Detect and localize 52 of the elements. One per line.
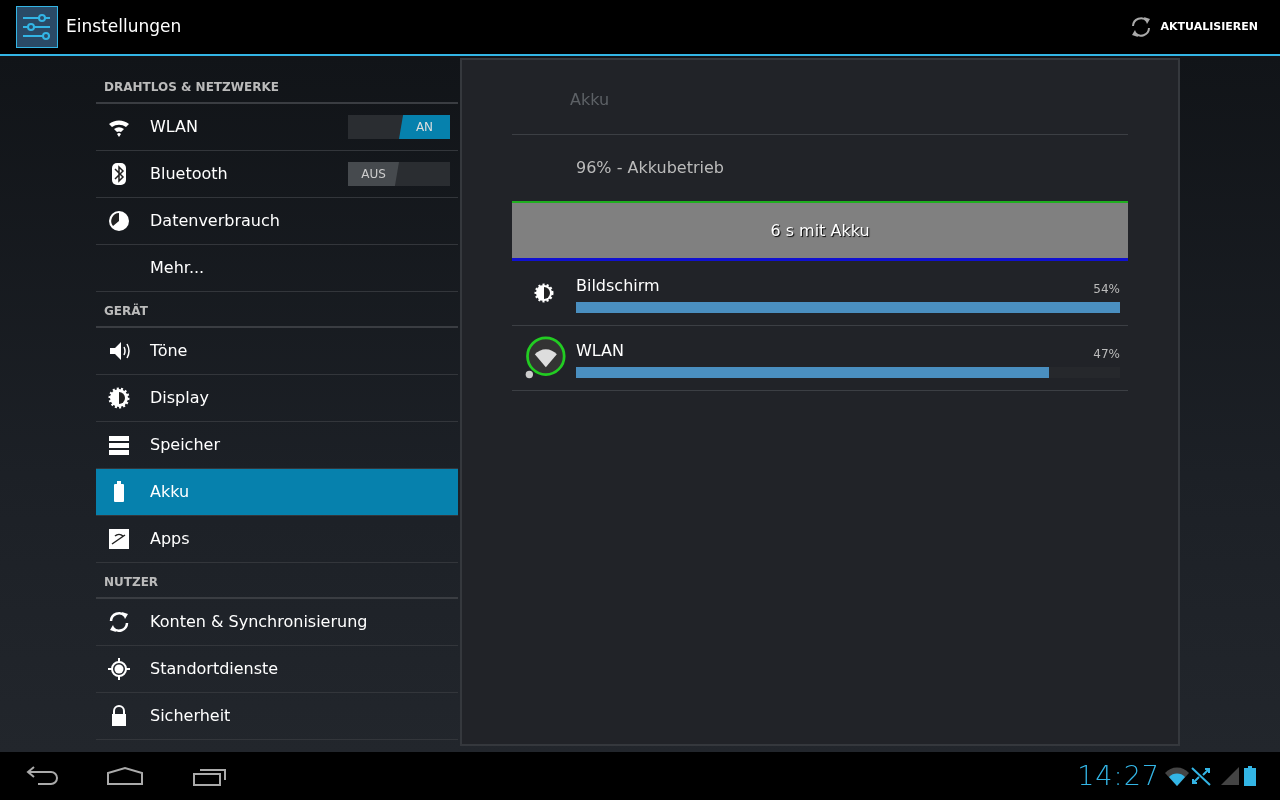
home-icon[interactable] [106,766,144,786]
pie-chart-icon [107,209,131,233]
settings-item[interactable]: Display [96,375,458,422]
apps-icon [107,527,131,551]
item-label: Akku [150,481,190,503]
settings-item[interactable]: Datenverbrauch [96,198,458,245]
recent-apps-icon[interactable] [192,766,228,786]
section-header: GERÄT [96,296,458,328]
usage-name: WLAN [576,339,624,362]
item-label: Töne [150,340,188,362]
storage-icon [107,433,131,457]
settings-app-icon[interactable] [16,6,58,48]
settings-item[interactable]: Konten & Synchronisierung [96,599,458,646]
brightness-icon [107,386,131,410]
item-label: Konten & Synchronisierung [150,611,368,633]
item-label: Sicherheit [150,705,231,727]
app-title: Einstellungen [66,15,182,39]
usage-percent: 47% [1093,345,1120,363]
usage-percent: 54% [1093,280,1120,298]
item-label: Apps [150,528,190,550]
location-icon [107,657,131,681]
settings-item[interactable]: Apps [96,516,458,563]
section-header: DRAHTLOS & NETZWERKE [96,72,458,104]
settings-item[interactable]: Standortdienste [96,646,458,693]
battery-icon [1244,766,1256,786]
item-label: Display [150,387,209,409]
battery-status: 96% - Akkubetrieb [575,157,725,179]
settings-item[interactable]: WLAN AN [96,104,458,151]
back-icon[interactable] [24,766,58,786]
settings-item[interactable]: Töne [96,328,458,375]
settings-item[interactable]: Mehr... [96,245,458,292]
item-label: Standortdienste [150,658,279,680]
wifi-icon [1164,766,1190,786]
battery-graph: 6 s mit Akku [512,201,1128,261]
brightness-icon [532,281,556,305]
settings-item[interactable]: Akku [96,469,458,516]
section-header: NUTZER [96,567,458,599]
refresh-button[interactable]: AKTUALISIEREN [1122,14,1264,40]
item-label: WLAN [150,116,198,138]
item-label: Speicher [150,434,220,456]
item-label: Datenverbrauch [150,210,280,232]
item-label: Mehr... [150,257,205,279]
data-transfer-icon [1190,766,1212,786]
settings-item[interactable]: Bluetooth AUS [96,151,458,198]
clock: 14:27 [1077,758,1160,793]
item-label: Bluetooth [150,163,228,185]
settings-item[interactable]: Sicherheit [96,693,458,740]
usage-name: Bildschirm [576,274,660,297]
toggle-switch[interactable]: AUS [348,162,450,186]
signal-icon [1220,766,1240,786]
sync-icon [107,610,131,634]
panel-title: Akku [512,60,1128,135]
